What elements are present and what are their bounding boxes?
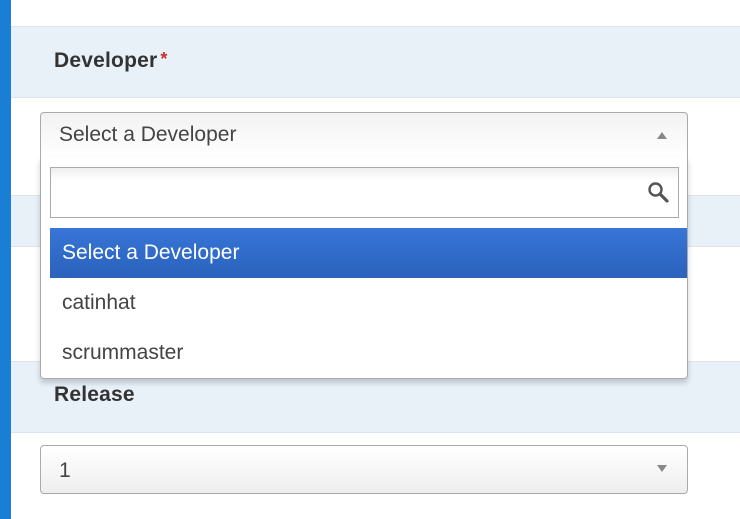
developer-label-text: Developer xyxy=(54,49,158,72)
dropdown-option[interactable]: Select a Developer xyxy=(50,228,687,278)
release-label: Release xyxy=(54,383,135,406)
developer-search-box[interactable] xyxy=(50,167,679,218)
chevron-down-icon xyxy=(657,465,667,472)
form-panel: Developer * Select a Developer Select a D… xyxy=(11,0,740,519)
dropdown-option[interactable]: scrummaster xyxy=(50,328,687,378)
developer-options-list: Select a Developer catinhat scrummaster xyxy=(50,228,687,378)
required-marker: * xyxy=(160,49,168,69)
row-divider xyxy=(11,432,740,433)
dropdown-option[interactable]: catinhat xyxy=(50,278,687,328)
developer-search-input[interactable] xyxy=(51,168,641,217)
developer-label: Developer * xyxy=(54,49,168,73)
release-selected-value: 1 xyxy=(59,459,71,482)
search-icon xyxy=(648,182,669,203)
developer-selected-value: Select a Developer xyxy=(59,123,237,146)
row-divider xyxy=(11,97,740,98)
developer-dropdown: Select a Developer catinhat scrummaster xyxy=(40,157,688,379)
developer-select[interactable]: Select a Developer xyxy=(40,112,688,157)
release-select[interactable]: 1 xyxy=(40,445,688,494)
chevron-up-icon xyxy=(657,132,667,139)
form-top-row xyxy=(11,0,740,27)
